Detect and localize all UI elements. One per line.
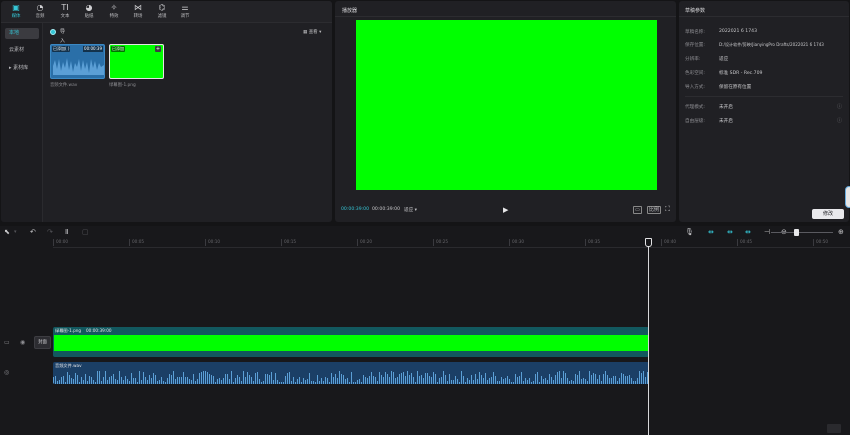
ruler-tick: 00:50 xyxy=(812,239,829,246)
player-title: 播放器 xyxy=(342,8,358,14)
undo-icon[interactable]: ↶ xyxy=(30,226,36,239)
audio-waveform xyxy=(53,371,648,384)
tab-adjust[interactable]: ⚌ 调节 xyxy=(174,3,196,22)
tab-audio[interactable]: ◔ 音频 xyxy=(29,3,51,22)
ruler-tick: 00:10 xyxy=(204,239,221,246)
divider xyxy=(335,16,676,17)
add-icon[interactable]: + xyxy=(155,46,161,52)
divider xyxy=(685,96,843,97)
divider xyxy=(679,16,849,17)
timeline-ruler: 00:00 00:05 00:10 00:15 00:20 00:25 00:3… xyxy=(52,239,850,248)
media-item-name: 绿幕图-1.png xyxy=(109,83,136,88)
current-time: 00:00:39:00 xyxy=(341,207,370,212)
mute-icon[interactable]: ◎ xyxy=(4,369,9,376)
filter-icon: ⌬ xyxy=(158,3,166,12)
cover-button[interactable]: 封面 xyxy=(34,336,51,349)
view-dropdown[interactable]: ▦ 查看 ▾ xyxy=(303,28,321,37)
text-icon: TI xyxy=(61,3,69,12)
media-icon: ▣ xyxy=(12,3,20,12)
media-panel: ▣ 媒体 ◔ 音频 TI 文本 ◕ 贴纸 ✧ 特效 ⋈ 转场 ⌬ 滤镜 ⚌ 调节 xyxy=(1,1,332,222)
clip-duration: 00:00:39:00 xyxy=(86,328,112,333)
ratio-dropdown[interactable]: 适应 ▾ xyxy=(404,207,417,213)
clip-name: 绿幕图-1.png xyxy=(55,328,82,333)
timeline-corner-button[interactable] xyxy=(827,424,841,433)
sidebar-item-local[interactable]: 本地 xyxy=(5,28,39,39)
sticker-icon: ◕ xyxy=(85,3,93,12)
lock-icon[interactable]: ▭ xyxy=(4,339,10,346)
properties-title: 草稿参数 xyxy=(685,8,706,14)
playhead-handle[interactable] xyxy=(645,238,652,247)
chevron-down-icon[interactable]: ▾ xyxy=(14,226,17,239)
ruler-tick: 00:00 xyxy=(52,239,69,246)
audio-clip[interactable]: 音频文件.wav xyxy=(53,362,649,384)
import-icon xyxy=(50,29,56,35)
preview-axis-icon[interactable]: ⊣ xyxy=(764,226,770,239)
ruler-tick: 00:15 xyxy=(280,239,297,246)
clip-name: 音频文件.wav xyxy=(55,363,82,368)
playhead[interactable] xyxy=(648,239,649,435)
zoom-slider[interactable] xyxy=(771,232,833,233)
sidebar-item-library[interactable]: ▸ 素材库 xyxy=(5,63,39,74)
audio-icon: ◔ xyxy=(36,3,44,12)
play-icon[interactable]: ▶ xyxy=(503,206,511,214)
preview-canvas[interactable] xyxy=(356,20,657,190)
ruler-tick: 00:05 xyxy=(128,239,145,246)
aspect-ratio-button[interactable]: 比例 xyxy=(647,206,662,214)
redo-icon[interactable]: ↷ xyxy=(47,226,53,239)
added-badge: 已添加( ) xyxy=(52,46,71,52)
media-item-name: 音频文件.wav xyxy=(50,83,78,88)
tab-sticker[interactable]: ◕ 贴纸 xyxy=(78,3,100,22)
media-item-image[interactable]: 已添加 + xyxy=(109,44,164,79)
ruler-tick: 00:45 xyxy=(736,239,753,246)
delete-icon[interactable]: ▢ xyxy=(82,226,89,239)
fullscreen-icon[interactable]: ⛶ xyxy=(665,205,670,214)
media-sidebar: 本地 云素材 ▸ 素材库 xyxy=(1,23,43,222)
tab-media[interactable]: ▣ 媒体 xyxy=(5,3,27,22)
eye-icon[interactable]: ◉ xyxy=(20,339,25,346)
ruler-tick: 00:35 xyxy=(584,239,601,246)
tab-text[interactable]: TI 文本 xyxy=(54,3,76,22)
effects-icon: ✧ xyxy=(110,3,118,12)
timeline-toolbar: ⬉ ▾ ↶ ↷ Ⅱ ▢ 🎙 ⇹ ⇹ ⇹ ⊣ ⊖ ⊕ xyxy=(0,226,850,239)
edit-button[interactable]: 修改 xyxy=(812,209,844,219)
clip-thumbnail xyxy=(54,335,648,351)
safe-area-button[interactable]: ▭ xyxy=(633,206,642,214)
main-track-magnet-icon[interactable]: ⇹ xyxy=(708,226,714,239)
total-time: 00:00:39:00 xyxy=(372,207,401,212)
sidebar-item-cloud[interactable]: 云素材 xyxy=(5,45,39,56)
player-panel: 播放器 00:00:39:00 00:00:39:00 适应 ▾ ▶ ▭ 比例 … xyxy=(335,1,676,222)
duration-badge: 00:00:39 xyxy=(83,46,103,52)
zoom-in-icon[interactable]: ⊕ xyxy=(838,226,844,239)
microphone-icon[interactable]: 🎙 xyxy=(685,226,694,239)
tab-filter[interactable]: ⌬ 滤镜 xyxy=(151,3,173,22)
transition-icon: ⋈ xyxy=(134,3,142,12)
video-clip[interactable]: 绿幕图-1.png 00:00:39:00 xyxy=(53,327,649,357)
linkage-icon[interactable]: ⇹ xyxy=(745,226,751,239)
info-icon[interactable]: ⓘ xyxy=(837,103,842,110)
adjust-icon: ⚌ xyxy=(181,3,189,12)
panel-resize-handle[interactable] xyxy=(845,186,850,208)
info-icon[interactable]: ⓘ xyxy=(837,117,842,124)
select-tool-icon[interactable]: ⬉ xyxy=(4,226,10,239)
ruler-tick: 00:40 xyxy=(660,239,677,246)
ruler-tick: 00:30 xyxy=(508,239,525,246)
added-badge: 已添加 xyxy=(111,46,125,52)
tab-transition[interactable]: ⋈ 转场 xyxy=(127,3,149,22)
waveform-icon xyxy=(53,58,104,75)
split-icon[interactable]: Ⅱ xyxy=(65,226,68,239)
ruler-tick: 00:20 xyxy=(356,239,373,246)
zoom-slider-handle[interactable] xyxy=(794,229,799,236)
ruler-tick: 00:25 xyxy=(432,239,449,246)
auto-snap-icon[interactable]: ⇹ xyxy=(727,226,733,239)
draft-properties-panel: 草稿参数 草稿名称: 2022021 6 1743 保存位置: D:/设计软件/剪映… xyxy=(679,1,849,222)
tab-effects[interactable]: ✧ 特效 xyxy=(103,3,125,22)
top-toolbar: ▣ 媒体 ◔ 音频 TI 文本 ◕ 贴纸 ✧ 特效 ⋈ 转场 ⌬ 滤镜 ⚌ 调节 xyxy=(1,1,332,23)
media-item-audio[interactable]: 已添加( ) 00:00:39 xyxy=(50,44,105,79)
